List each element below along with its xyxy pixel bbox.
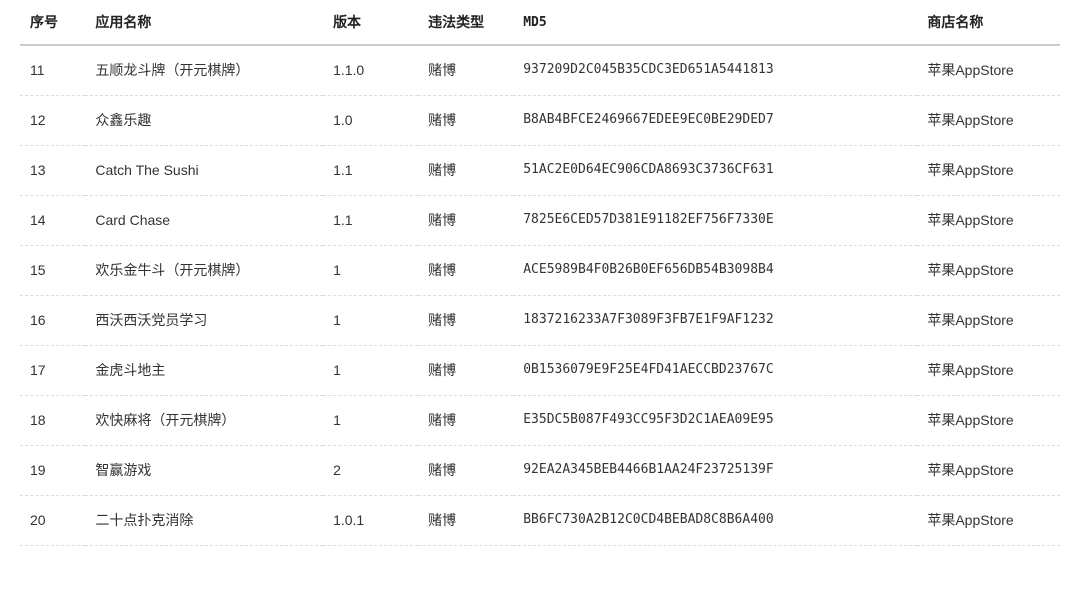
cell-type: 赌博 [418, 146, 513, 196]
cell-type: 赌博 [418, 346, 513, 396]
cell-name: 五顺龙斗牌（开元棋牌） [85, 45, 323, 96]
cell-type: 赌博 [418, 196, 513, 246]
cell-index: 17 [20, 346, 85, 396]
header-md5: MD5 [513, 0, 917, 45]
cell-md5: E35DC5B087F493CC95F3D2C1AEA09E95 [513, 396, 917, 446]
cell-name: 金虎斗地主 [85, 346, 323, 396]
cell-type: 赌博 [418, 296, 513, 346]
table-header-row: 序号 应用名称 版本 违法类型 MD5 商店名称 [20, 0, 1060, 45]
table-container: 序号 应用名称 版本 违法类型 MD5 商店名称 11五顺龙斗牌（开元棋牌）1.… [0, 0, 1080, 546]
cell-store: 苹果AppStore [917, 246, 1060, 296]
cell-version: 2 [323, 446, 418, 496]
cell-md5: 92EA2A345BEB4466B1AA24F23725139F [513, 446, 917, 496]
cell-store: 苹果AppStore [917, 496, 1060, 546]
table-row: 19智赢游戏2赌博92EA2A345BEB4466B1AA24F23725139… [20, 446, 1060, 496]
cell-index: 20 [20, 496, 85, 546]
cell-type: 赌博 [418, 45, 513, 96]
cell-index: 18 [20, 396, 85, 446]
cell-version: 1 [323, 246, 418, 296]
cell-index: 19 [20, 446, 85, 496]
cell-version: 1.0.1 [323, 496, 418, 546]
header-name: 应用名称 [85, 0, 323, 45]
cell-md5: B8AB4BFCE2469667EDEE9EC0BE29DED7 [513, 96, 917, 146]
table-row: 16西沃西沃党员学习1赌博1837216233A7F3089F3FB7E1F9A… [20, 296, 1060, 346]
cell-name: 智赢游戏 [85, 446, 323, 496]
data-table: 序号 应用名称 版本 违法类型 MD5 商店名称 11五顺龙斗牌（开元棋牌）1.… [20, 0, 1060, 546]
cell-index: 12 [20, 96, 85, 146]
cell-store: 苹果AppStore [917, 196, 1060, 246]
cell-index: 13 [20, 146, 85, 196]
header-index: 序号 [20, 0, 85, 45]
cell-version: 1 [323, 396, 418, 446]
cell-md5: 51AC2E0D64EC906CDA8693C3736CF631 [513, 146, 917, 196]
cell-store: 苹果AppStore [917, 45, 1060, 96]
cell-store: 苹果AppStore [917, 96, 1060, 146]
cell-store: 苹果AppStore [917, 396, 1060, 446]
table-row: 20二十点扑克消除1.0.1赌博BB6FC730A2B12C0CD4BEBAD8… [20, 496, 1060, 546]
cell-index: 15 [20, 246, 85, 296]
cell-store: 苹果AppStore [917, 146, 1060, 196]
cell-type: 赌博 [418, 96, 513, 146]
cell-type: 赌博 [418, 246, 513, 296]
cell-version: 1.1 [323, 146, 418, 196]
cell-index: 14 [20, 196, 85, 246]
cell-version: 1.1 [323, 196, 418, 246]
table-row: 12众鑫乐趣1.0赌博B8AB4BFCE2469667EDEE9EC0BE29D… [20, 96, 1060, 146]
table-row: 11五顺龙斗牌（开元棋牌）1.1.0赌博937209D2C045B35CDC3E… [20, 45, 1060, 96]
cell-name: 西沃西沃党员学习 [85, 296, 323, 346]
cell-version: 1 [323, 346, 418, 396]
cell-version: 1.1.0 [323, 45, 418, 96]
table-row: 15欢乐金牛斗（开元棋牌）1赌博ACE5989B4F0B26B0EF656DB5… [20, 246, 1060, 296]
cell-md5: BB6FC730A2B12C0CD4BEBAD8C8B6A400 [513, 496, 917, 546]
cell-name: Card Chase [85, 196, 323, 246]
cell-version: 1.0 [323, 96, 418, 146]
cell-type: 赌博 [418, 446, 513, 496]
cell-type: 赌博 [418, 496, 513, 546]
cell-md5: 937209D2C045B35CDC3ED651A5441813 [513, 45, 917, 96]
cell-md5: 1837216233A7F3089F3FB7E1F9AF1232 [513, 296, 917, 346]
header-store: 商店名称 [917, 0, 1060, 45]
table-row: 17金虎斗地主1赌博0B1536079E9F25E4FD41AECCBD2376… [20, 346, 1060, 396]
cell-index: 16 [20, 296, 85, 346]
cell-store: 苹果AppStore [917, 296, 1060, 346]
cell-index: 11 [20, 45, 85, 96]
header-version: 版本 [323, 0, 418, 45]
table-row: 14Card Chase1.1赌博7825E6CED57D381E91182EF… [20, 196, 1060, 246]
table-row: 13Catch The Sushi1.1赌博51AC2E0D64EC906CDA… [20, 146, 1060, 196]
header-type: 违法类型 [418, 0, 513, 45]
cell-md5: 0B1536079E9F25E4FD41AECCBD23767C [513, 346, 917, 396]
cell-type: 赌博 [418, 396, 513, 446]
cell-store: 苹果AppStore [917, 446, 1060, 496]
cell-name: 欢快麻将（开元棋牌） [85, 396, 323, 446]
cell-md5: 7825E6CED57D381E91182EF756F7330E [513, 196, 917, 246]
table-row: 18欢快麻将（开元棋牌）1赌博E35DC5B087F493CC95F3D2C1A… [20, 396, 1060, 446]
cell-md5: ACE5989B4F0B26B0EF656DB54B3098B4 [513, 246, 917, 296]
cell-version: 1 [323, 296, 418, 346]
cell-name: 二十点扑克消除 [85, 496, 323, 546]
cell-name: Catch The Sushi [85, 146, 323, 196]
cell-name: 欢乐金牛斗（开元棋牌） [85, 246, 323, 296]
cell-store: 苹果AppStore [917, 346, 1060, 396]
cell-name: 众鑫乐趣 [85, 96, 323, 146]
